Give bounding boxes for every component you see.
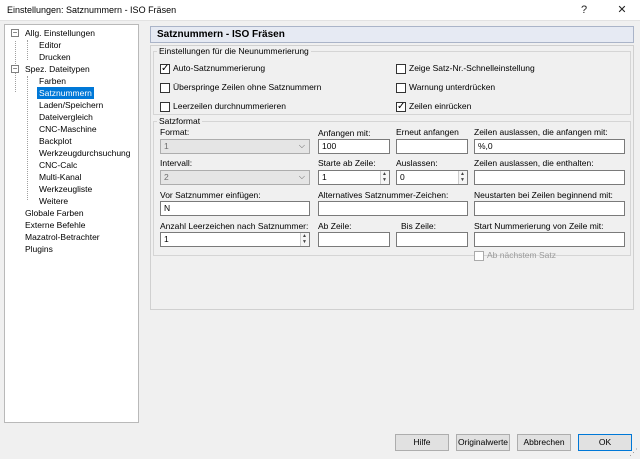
settings-panel: Einstellungen für die Neunummerierung ✓ A… bbox=[150, 45, 634, 310]
spin-buttons[interactable]: ▲ ▼ bbox=[300, 233, 309, 246]
suppress-warning-checkbox[interactable]: Warnung unterdrücken bbox=[396, 81, 495, 93]
tree-item-spez-dateitypen[interactable]: − Spez. Dateitypen bbox=[11, 63, 90, 75]
tree-item-weitere[interactable]: Weitere bbox=[39, 195, 68, 207]
from-line-input[interactable] bbox=[318, 232, 390, 247]
close-icon[interactable]: ✕ bbox=[606, 0, 638, 21]
checkbox-box[interactable] bbox=[474, 250, 484, 261]
settings-tree[interactable]: − Allg. Einstellungen Editor Drucken − S… bbox=[4, 24, 139, 423]
start-renum-label: Start Nummerierung von Zeile mit: bbox=[474, 221, 604, 231]
checkbox-box[interactable]: ✓ bbox=[396, 100, 406, 112]
tree-item-laden-speichern[interactable]: Laden/Speichern bbox=[39, 99, 103, 111]
skip-containing-input[interactable] bbox=[474, 170, 625, 185]
tree-line bbox=[27, 76, 28, 200]
format-label: Format: bbox=[160, 127, 190, 137]
interval-select[interactable]: 2 ⌵ bbox=[160, 170, 310, 185]
auto-numbering-checkbox[interactable]: ✓ Auto-Satznummerierung bbox=[160, 62, 265, 74]
chevron-down-icon: ⌵ bbox=[298, 172, 305, 181]
start-with-input[interactable]: 100 bbox=[318, 139, 390, 154]
tree-item-satznummern[interactable]: Satznummern bbox=[37, 87, 94, 99]
group-title: Satzformat bbox=[157, 116, 203, 126]
checkbox-box[interactable] bbox=[160, 101, 170, 112]
restart-input[interactable] bbox=[396, 139, 468, 154]
omit-stepper[interactable]: 0 ▲ ▼ bbox=[396, 170, 468, 185]
tree-item-werkzeugliste[interactable]: Werkzeugliste bbox=[39, 183, 92, 195]
restart-on-input[interactable] bbox=[474, 201, 625, 216]
group-title: Einstellungen für die Neunummerierung bbox=[157, 46, 311, 56]
resize-grip-icon[interactable]: ⋰ bbox=[628, 447, 638, 457]
spin-buttons[interactable]: ▲ ▼ bbox=[380, 171, 389, 184]
omit-label: Auslassen: bbox=[396, 158, 438, 168]
tree-item-editor[interactable]: Editor bbox=[39, 39, 61, 51]
start-line-stepper[interactable]: 1 ▲ ▼ bbox=[318, 170, 390, 185]
help-icon[interactable]: ? bbox=[568, 0, 600, 21]
tree-item-externe-befehle[interactable]: Externe Befehle bbox=[25, 219, 85, 231]
quick-setting-checkbox[interactable]: Zeige Satz-Nr.-Schnelleinstellung bbox=[396, 62, 535, 74]
number-empty-lines-checkbox[interactable]: Leerzeilen durchnummerieren bbox=[160, 100, 286, 112]
spin-buttons[interactable]: ▲ ▼ bbox=[458, 171, 467, 184]
tree-item-drucken[interactable]: Drucken bbox=[39, 51, 71, 63]
tree-item-werkzeugdurchsuchung[interactable]: Werkzeugdurchsuchung bbox=[39, 147, 131, 159]
skip-starting-input[interactable]: %,0 bbox=[474, 139, 625, 154]
tree-item-plugins[interactable]: Plugins bbox=[25, 243, 53, 255]
tree-item-cnc-calc[interactable]: CNC-Calc bbox=[39, 159, 77, 171]
skip-starting-label: Zeilen auslassen, die anfangen mit: bbox=[474, 127, 608, 137]
skip-lines-checkbox[interactable]: Überspringe Zeilen ohne Satznummern bbox=[160, 81, 321, 93]
defaults-button[interactable]: Originalwerte bbox=[456, 434, 510, 451]
collapse-icon[interactable]: − bbox=[11, 65, 19, 73]
start-with-label: Anfangen mit: bbox=[318, 128, 371, 138]
tree-item-globale-farben[interactable]: Globale Farben bbox=[25, 207, 84, 219]
alt-char-label: Alternatives Satznummer-Zeichen: bbox=[318, 190, 449, 200]
tree-line bbox=[27, 40, 28, 60]
tree-item-mazatrol-betrachter[interactable]: Mazatrol-Betrachter bbox=[25, 231, 100, 243]
start-line-label: Starte ab Zeile: bbox=[318, 158, 376, 168]
skip-containing-label: Zeilen auslassen, die enthalten: bbox=[474, 158, 594, 168]
tree-item-multi-kanal[interactable]: Multi-Kanal bbox=[39, 171, 82, 183]
ok-button[interactable]: OK bbox=[578, 434, 632, 451]
cancel-button[interactable]: Abbrechen bbox=[517, 434, 571, 451]
tree-item-farben[interactable]: Farben bbox=[39, 75, 66, 87]
page-title: Satznummern - ISO Fräsen bbox=[157, 29, 285, 40]
tree-item-dateivergleich[interactable]: Dateivergleich bbox=[39, 111, 93, 123]
interval-label: Intervall: bbox=[160, 158, 193, 168]
tree-item-cnc-maschine[interactable]: CNC-Maschine bbox=[39, 123, 97, 135]
arrow-down-icon[interactable]: ▼ bbox=[302, 240, 307, 245]
format-select[interactable]: 1 ⌵ bbox=[160, 139, 310, 154]
check-icon: ✓ bbox=[397, 100, 406, 112]
restart-label: Erneut anfangen bbox=[396, 127, 459, 137]
help-button[interactable]: Hilfe bbox=[395, 434, 449, 451]
title-bar: Einstellungen: Satznummern - ISO Fräsen … bbox=[0, 0, 640, 21]
arrow-down-icon[interactable]: ▼ bbox=[382, 178, 387, 183]
renumbering-group: Einstellungen für die Neunummerierung ✓ A… bbox=[153, 46, 631, 115]
checkbox-box[interactable] bbox=[396, 82, 406, 93]
start-renum-input[interactable] bbox=[474, 232, 625, 247]
window-title: Einstellungen: Satznummern - ISO Fräsen bbox=[7, 5, 177, 15]
checkbox-box[interactable] bbox=[396, 63, 406, 74]
to-line-input[interactable] bbox=[396, 232, 468, 247]
prefix-label: Vor Satznummer einfügen: bbox=[160, 190, 261, 200]
block-format-group: Satzformat Format: 1 ⌵ Anfangen mit: 100… bbox=[153, 116, 631, 261]
spaces-stepper[interactable]: 1 ▲ ▼ bbox=[160, 232, 310, 247]
indent-lines-checkbox[interactable]: ✓ Zeilen einrücken bbox=[396, 100, 471, 112]
next-block-checkbox[interactable]: Ab nächstem Satz bbox=[474, 249, 556, 261]
prefix-input[interactable]: N bbox=[160, 201, 310, 216]
chevron-down-icon: ⌵ bbox=[298, 141, 305, 150]
tree-item-allg-einstellungen[interactable]: − Allg. Einstellungen bbox=[11, 27, 95, 39]
arrow-down-icon[interactable]: ▼ bbox=[460, 178, 465, 183]
restart-on-label: Neustarten bei Zeilen beginnend mit: bbox=[474, 190, 613, 200]
tree-item-backplot[interactable]: Backplot bbox=[39, 135, 72, 147]
from-line-label: Ab Zeile: bbox=[318, 221, 352, 231]
check-icon: ✓ bbox=[161, 62, 170, 74]
to-line-label: Bis Zeile: bbox=[401, 221, 436, 231]
checkbox-box[interactable]: ✓ bbox=[160, 62, 170, 74]
spaces-label: Anzahl Leerzeichen nach Satznummer: bbox=[160, 221, 309, 231]
page-header: Satznummern - ISO Fräsen bbox=[150, 26, 634, 43]
checkbox-box[interactable] bbox=[160, 82, 170, 93]
collapse-icon[interactable]: − bbox=[11, 29, 19, 37]
alt-char-input[interactable] bbox=[318, 201, 468, 216]
